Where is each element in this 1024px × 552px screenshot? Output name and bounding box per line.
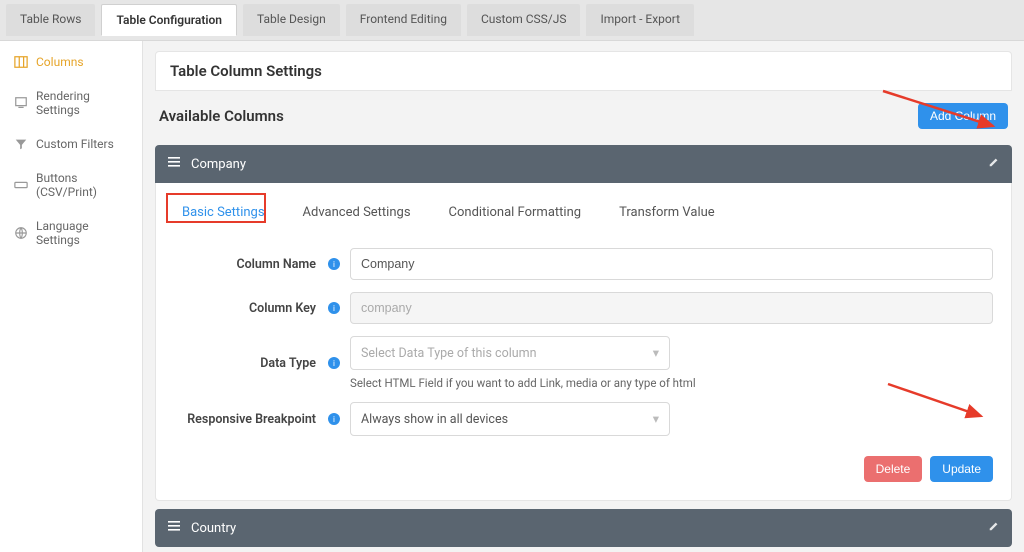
config-sidebar: Columns Rendering Settings Custom Filter… [0, 41, 143, 552]
sidebar-item-filters[interactable]: Custom Filters [0, 127, 142, 161]
inner-tab-advanced[interactable]: Advanced Settings [299, 199, 415, 226]
available-columns-heading: Available Columns [159, 107, 284, 125]
column-header-country[interactable]: Country [155, 509, 1012, 547]
delete-button[interactable]: Delete [864, 456, 923, 482]
sidebar-item-buttons[interactable]: Buttons (CSV/Print) [0, 161, 142, 209]
inner-tabs: Basic Settings Advanced Settings Conditi… [174, 195, 993, 236]
helptext-data-type: Select HTML Field if you want to add Lin… [350, 376, 993, 390]
sidebar-item-language[interactable]: Language Settings [0, 209, 142, 257]
select-responsive[interactable]: Always show in all devices ▾ [350, 402, 670, 436]
label-column-key: Column Key [174, 301, 324, 316]
update-button[interactable]: Update [930, 456, 993, 482]
filter-icon [14, 137, 28, 151]
inner-tab-conditional[interactable]: Conditional Formatting [445, 199, 586, 226]
sidebar-item-rendering[interactable]: Rendering Settings [0, 79, 142, 127]
sidebar-item-label: Columns [36, 55, 84, 69]
input-column-name[interactable] [350, 248, 993, 280]
sidebar-item-label: Language Settings [36, 219, 130, 247]
sidebar-item-label: Rendering Settings [36, 89, 130, 117]
info-icon[interactable]: i [328, 413, 340, 425]
top-tab-bar: Table Rows Table Configuration Table Des… [0, 0, 1024, 41]
label-responsive: Responsive Breakpoint [174, 412, 324, 427]
inner-tab-basic[interactable]: Basic Settings [178, 199, 269, 226]
input-column-key [350, 292, 993, 324]
select-placeholder: Select Data Type of this column [361, 346, 537, 361]
tab-table-configuration[interactable]: Table Configuration [101, 4, 237, 36]
inner-tab-transform[interactable]: Transform Value [615, 199, 719, 226]
sidebar-item-columns[interactable]: Columns [0, 45, 142, 79]
column-header-company[interactable]: Company [155, 145, 1012, 183]
sidebar-item-label: Custom Filters [36, 137, 114, 151]
language-icon [14, 226, 28, 240]
label-column-name: Column Name [174, 257, 324, 272]
main-panel: Table Column Settings Available Columns … [143, 41, 1024, 552]
column-editor-body: Basic Settings Advanced Settings Conditi… [155, 183, 1012, 501]
edit-icon[interactable] [988, 156, 1000, 172]
drag-handle-icon[interactable] [167, 155, 181, 173]
panel-title: Table Column Settings [155, 51, 1012, 91]
tab-import-export[interactable]: Import - Export [586, 4, 694, 36]
chevron-down-icon: ▾ [653, 345, 659, 361]
columns-icon [14, 55, 28, 69]
column-header-label: Country [191, 521, 236, 536]
info-icon[interactable]: i [328, 258, 340, 270]
select-data-type[interactable]: Select Data Type of this column ▾ [350, 336, 670, 370]
info-icon[interactable]: i [328, 302, 340, 314]
label-data-type: Data Type [174, 356, 324, 371]
column-header-label: Company [191, 157, 246, 172]
info-icon[interactable]: i [328, 357, 340, 369]
rendering-icon [14, 96, 28, 110]
tab-table-design[interactable]: Table Design [243, 4, 340, 36]
select-value: Always show in all devices [361, 412, 508, 427]
sidebar-item-label: Buttons (CSV/Print) [36, 171, 130, 199]
edit-icon[interactable] [988, 520, 1000, 536]
tab-custom-cssjs[interactable]: Custom CSS/JS [467, 4, 581, 36]
drag-handle-icon[interactable] [167, 519, 181, 537]
tab-table-rows[interactable]: Table Rows [6, 4, 95, 36]
tab-frontend-editing[interactable]: Frontend Editing [346, 4, 461, 36]
buttons-icon [14, 178, 28, 192]
add-column-button[interactable]: Add Column [918, 103, 1008, 129]
chevron-down-icon: ▾ [653, 411, 659, 427]
